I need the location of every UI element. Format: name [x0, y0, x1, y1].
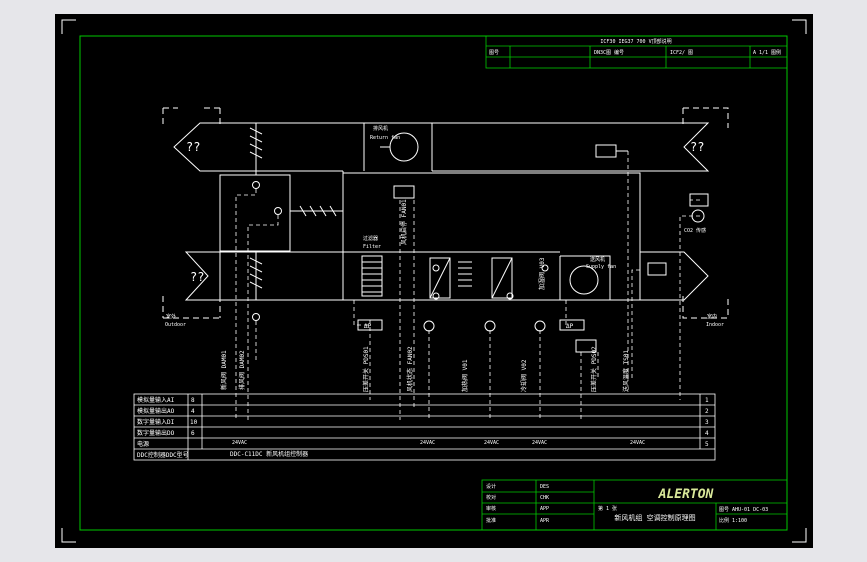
- vtag-0: 新风阀 DAM01: [220, 350, 228, 390]
- outdoor-en: Outdoor: [165, 322, 186, 328]
- power-mark-1: 24VAC: [420, 440, 435, 446]
- co2-label: CO2 传感: [684, 227, 706, 234]
- io-row-end-4: 5: [705, 441, 709, 448]
- top-cell-0: 图号: [489, 50, 499, 56]
- io-row-count-0: 8: [191, 397, 195, 404]
- tb-meta-1: 比例 1:100: [719, 517, 747, 524]
- tb-value-2: APP: [540, 506, 549, 512]
- tb-value-0: DES: [540, 484, 549, 490]
- top-cell-3: A 1/1 图例: [753, 49, 781, 56]
- vtag-9: 送风温度 TS01: [622, 350, 630, 392]
- vtag-1: 排风阀 DAM02: [238, 350, 246, 390]
- company-logo: ALERTON: [658, 487, 714, 502]
- power-mark-2: 24VAC: [484, 440, 499, 446]
- tb-cell-2: 审核: [486, 505, 496, 512]
- vtag-4: 风机状态 FAN02: [406, 346, 414, 392]
- io-row-end-1: 2: [705, 408, 709, 415]
- dp-label-1: ΔP: [364, 323, 372, 330]
- vtag-5: 加热阀 V01: [461, 359, 469, 392]
- top-cell-2: ICF2/ 图: [670, 50, 693, 56]
- vtag-2: 压差开关 PDS01: [362, 346, 370, 392]
- drawing-title: 新风机组 空调控制原理图: [614, 513, 695, 522]
- io-row-label-5: DDC控制器DDC型号: [137, 451, 189, 459]
- filter-en: Filter: [363, 244, 381, 250]
- cad-drawing-canvas: ICF30 IEG37 700 V顶部说明 图号 DN3C图 编号 ICF2/ …: [55, 14, 813, 548]
- tb-cell-1: 校对: [486, 494, 496, 501]
- indoor-label: 室内: [707, 313, 717, 320]
- power-mark-0: 24VAC: [232, 440, 247, 446]
- tb-meta-0: 图号 AHU-01 DC-03: [719, 507, 768, 513]
- top-cell-1: DN3C图 编号: [594, 49, 624, 56]
- tb-sheet: 第 1 张: [598, 505, 617, 512]
- io-row-label-1: 模拟量输出AO: [137, 407, 175, 415]
- tb-value-1: CHK: [540, 495, 549, 501]
- io-row-label-3: 数字量输出DO: [137, 429, 175, 437]
- io-row-end-3: 4: [705, 430, 709, 437]
- outdoor-label: 室外: [166, 313, 176, 320]
- tb-cell-3: 批准: [486, 517, 496, 524]
- indoor-en: Indoor: [706, 322, 724, 328]
- io-row-label-2: 数字量输入DI: [137, 418, 175, 426]
- vtag-8: 压差开关 PDS02: [590, 346, 598, 392]
- sheet-background: [55, 14, 813, 548]
- io-row-label-0: 模拟量输入AI: [137, 396, 175, 404]
- dp-label-2: ΔP: [566, 323, 574, 330]
- tb-cell-0: 设计: [486, 483, 496, 490]
- ddc-model: DDC-C11DC 新风机组控制器: [230, 450, 308, 458]
- exhaust-label: ??: [186, 140, 200, 154]
- supply-fan-en: Supply fan: [586, 264, 616, 270]
- filter-label: 过滤器: [363, 235, 378, 242]
- vtag-6: 冷却阀 V02: [520, 359, 528, 392]
- exhaust-fan-label: 排风机: [373, 125, 388, 132]
- power-mark-3: 24VAC: [532, 440, 547, 446]
- io-row-end-2: 3: [705, 419, 709, 426]
- io-row-count-3: 6: [191, 430, 195, 437]
- top-title-header: ICF30 IEG37 700 V顶部说明: [600, 38, 671, 45]
- io-row-count-1: 4: [191, 408, 195, 415]
- power-mark-4: 24VAC: [630, 440, 645, 446]
- supply-label: ??: [190, 270, 204, 284]
- exhaust-fan-en: Return fan: [370, 135, 400, 141]
- io-row-label-4: 电源: [137, 440, 149, 448]
- tb-value-3: APR: [540, 518, 550, 524]
- vtag-7: 加湿阀 V03: [538, 257, 546, 290]
- outdoor-unknown-label: ??: [690, 140, 704, 154]
- io-row-end-0: 1: [705, 397, 709, 404]
- vtag-3: 风机启停 FAN01: [400, 199, 408, 245]
- supply-fan-label: 送风机: [590, 256, 605, 263]
- io-row-count-2: 10: [190, 419, 198, 426]
